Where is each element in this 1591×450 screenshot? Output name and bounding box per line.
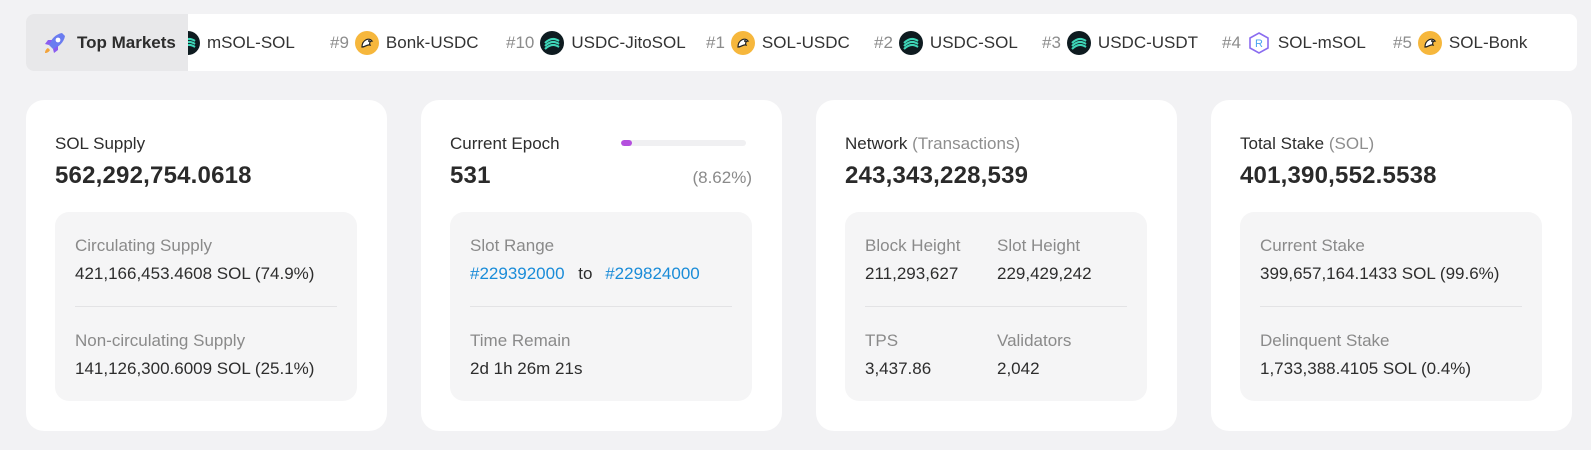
rocket-icon (45, 32, 65, 53)
divider (470, 306, 732, 307)
jito-sol-token-icon (188, 30, 200, 55)
total-stake-card: Total Stake (SOL) 401,390,552.5538 Curre… (1211, 100, 1572, 431)
noncirculating-supply-label: Non-circulating Supply (75, 331, 246, 350)
market-rank: #4 (1222, 32, 1241, 52)
time-remain-label: Time Remain (470, 331, 571, 350)
svg-text:R: R (1255, 38, 1263, 50)
market-rank: #9 (330, 32, 349, 52)
epoch-value: 531 (450, 162, 491, 189)
network-transactions-value: 243,343,228,539 (845, 162, 1029, 189)
card-title: Current Epoch (450, 134, 560, 153)
market-pair: mSOL-SOL (207, 32, 295, 52)
time-remain-value: 2d 1h 26m 21s (470, 359, 583, 378)
market-item[interactable]: #4 R SOL-mSOL (1222, 14, 1366, 71)
supply-breakdown: Circulating Supply 421,166,453.4608 SOL … (55, 212, 357, 401)
bonk-token-icon (730, 30, 755, 55)
market-pair: SOL-USDC (761, 32, 850, 52)
total-stake-value: 401,390,552.5538 (1240, 162, 1437, 189)
market-pair: SOL-Bonk (1448, 32, 1528, 52)
circulating-supply-value: 421,166,453.4608 SOL (74.9%) (75, 264, 315, 283)
markets-track: mSOL-SOL #9 Bonk-USDC #10 USDC-JitoSOL #… (188, 14, 1577, 71)
bonk-token-icon (1417, 30, 1442, 55)
slot-height-label: Slot Height (997, 236, 1081, 255)
market-rank: #1 (706, 32, 725, 52)
market-item[interactable]: #2 USDC-SOL (874, 14, 1018, 71)
network-title-sub: (Transactions) (912, 134, 1021, 153)
card-title: SOL Supply (55, 134, 146, 153)
current-epoch-card: Current Epoch 531 (8.62%) Slot Range #22… (421, 100, 782, 431)
epoch-progress-percent: (8.62%) (692, 168, 752, 187)
top-markets-ticker: Top Markets mSOL-SOL #9 Bonk-USDC #10 US… (26, 14, 1577, 71)
slot-start-link[interactable]: #229392000 (470, 264, 565, 283)
market-pair: USDC-JitoSOL (571, 32, 686, 52)
market-pair: USDC-SOL (929, 32, 1018, 52)
delinquent-stake-value: 1,733,388.4105 SOL (0.4%) (1260, 359, 1472, 378)
network-details: Block Height 211,293,627 Slot Height 229… (845, 212, 1147, 401)
market-rank: #10 (506, 32, 535, 52)
circulating-supply-label: Circulating Supply (75, 236, 213, 255)
market-item[interactable]: #5 SOL-Bonk (1393, 14, 1527, 71)
epoch-details: Slot Range #229392000 to #229824000 Time… (450, 212, 752, 401)
block-height-value: 211,293,627 (865, 264, 959, 283)
noncirculating-supply-value: 141,126,300.6009 SOL (25.1%) (75, 359, 315, 378)
tps-value: 3,437.86 (865, 359, 932, 378)
delinquent-stake-label: Delinquent Stake (1260, 331, 1390, 350)
bonk-token-icon (354, 30, 379, 55)
epoch-progress-bar (621, 140, 746, 146)
slot-end-link[interactable]: #229824000 (605, 264, 700, 283)
sol-supply-value: 562,292,754.0618 (55, 162, 252, 189)
sol-supply-card: SOL Supply 562,292,754.0618 Circulating … (26, 100, 387, 431)
market-pair: Bonk-USDC (385, 32, 479, 52)
slot-height-value: 229,429,242 (997, 264, 1092, 283)
jito-sol-token-icon (898, 30, 923, 55)
jito-sol-token-icon (1066, 30, 1091, 55)
top-markets-label-box: Top Markets (26, 14, 188, 71)
market-rank: #3 (1042, 32, 1061, 52)
market-item[interactable]: #3 USDC-USDT (1042, 14, 1198, 71)
market-item[interactable]: #1 SOL-USDC (706, 14, 850, 71)
card-title: Total Stake (SOL) (1240, 134, 1374, 154)
market-item[interactable]: #9 Bonk-USDC (330, 14, 479, 71)
divider (75, 306, 337, 307)
network-title: Network (845, 134, 908, 153)
validators-value: 2,042 (997, 359, 1040, 378)
market-item[interactable]: mSOL-SOL (188, 14, 295, 71)
market-rank: #5 (1393, 32, 1412, 52)
jito-sol-token-icon (540, 30, 565, 55)
stake-breakdown: Current Stake 399,657,164.1433 SOL (99.6… (1240, 212, 1542, 401)
card-title: Network (Transactions) (845, 134, 1020, 154)
divider (1260, 306, 1522, 307)
top-markets-title: Top Markets (77, 32, 176, 52)
validators-label: Validators (997, 331, 1072, 350)
network-card: Network (Transactions) 243,343,228,539 B… (816, 100, 1177, 431)
raydium-token-icon: R (1246, 30, 1271, 55)
market-pair: USDC-USDT (1097, 32, 1199, 52)
market-item[interactable]: #10 USDC-JitoSOL (506, 14, 686, 71)
current-stake-value: 399,657,164.1433 SOL (99.6%) (1260, 264, 1500, 283)
stake-title-sub: (SOL) (1328, 134, 1375, 153)
slot-range-label: Slot Range (470, 236, 555, 255)
stake-title: Total Stake (1240, 134, 1325, 153)
divider (865, 306, 1127, 307)
block-height-label: Block Height (865, 236, 961, 255)
slot-range-separator: to (578, 264, 593, 283)
epoch-progress-fill (621, 140, 632, 146)
slot-range-value: #229392000 to #229824000 (470, 264, 700, 284)
tps-label: TPS (865, 331, 899, 350)
market-rank: #2 (874, 32, 893, 52)
current-stake-label: Current Stake (1260, 236, 1365, 255)
market-pair: SOL-mSOL (1277, 32, 1366, 52)
